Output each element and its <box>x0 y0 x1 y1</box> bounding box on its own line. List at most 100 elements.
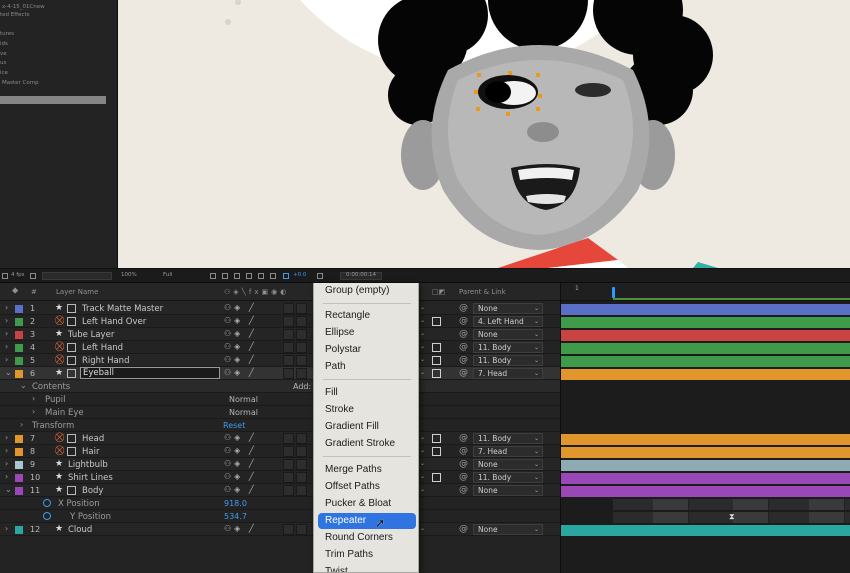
mode-dropdown-icon[interactable]: ⌄ <box>420 304 425 311</box>
switch-cell[interactable] <box>296 342 307 353</box>
composition-viewer[interactable] <box>118 0 850 268</box>
switch-cell[interactable] <box>283 368 294 379</box>
layer-name[interactable]: Tube Layer <box>68 330 114 340</box>
layer-row[interactable]: › 4 ⛒ Left Hand ⚇◈ ╱ ⌄ @ 11. Body ⌄ <box>0 341 560 354</box>
layer-duration-bar[interactable] <box>561 356 850 367</box>
parent-select[interactable]: 11. Body ⌄ <box>473 433 543 444</box>
keyframe-icon[interactable]: ⧗ <box>729 512 735 522</box>
switch-cell[interactable] <box>283 433 294 444</box>
contents-row[interactable]: ⌄ Contents Add: <box>0 380 560 393</box>
label-color-chip[interactable] <box>15 435 23 443</box>
layer-row[interactable]: › 8 ⛒ Hair ⚇◈ ╱ ⌄ @ 7. Head ⌄ <box>0 445 560 458</box>
label-color-chip[interactable] <box>15 448 23 456</box>
twirl-right-icon[interactable]: › <box>5 524 8 533</box>
twirl-right-icon[interactable]: › <box>32 394 35 403</box>
layer-name[interactable]: Hair <box>82 447 99 457</box>
layer-switches[interactable]: ⚇◈ ╱ <box>224 446 257 455</box>
pickwhip-icon[interactable]: @ <box>459 524 468 534</box>
label-color-chip[interactable] <box>15 357 23 365</box>
layer-name[interactable]: Left Hand Over <box>82 317 146 327</box>
mode-dropdown-icon[interactable]: ⌄ <box>420 525 425 532</box>
switch-cell[interactable] <box>283 459 294 470</box>
pickwhip-icon[interactable]: @ <box>459 446 468 456</box>
property-row[interactable]: › Pupil Normal <box>0 393 560 406</box>
switch-cell[interactable] <box>296 472 307 483</box>
trash-icon[interactable] <box>30 273 36 279</box>
mode-dropdown-icon[interactable]: ⌄ <box>420 356 425 363</box>
color-management-icon[interactable] <box>270 273 276 279</box>
layer-duration-bar[interactable] <box>561 317 850 328</box>
label-color-chip[interactable] <box>15 487 23 495</box>
layer-duration-bar[interactable] <box>561 460 850 471</box>
viewer-search-field[interactable] <box>42 272 112 280</box>
mode-dropdown-icon[interactable]: ⌄ <box>420 330 425 337</box>
reset-link[interactable]: Reset <box>223 421 245 430</box>
menu-item-pucker-bloat[interactable]: Pucker & Bloat <box>318 496 416 512</box>
project-item[interactable]: Master Comp <box>2 80 39 86</box>
menu-item-round-corners[interactable]: Round Corners <box>318 530 416 546</box>
project-item[interactable]: ve <box>0 51 7 57</box>
switch-cell[interactable] <box>283 316 294 327</box>
layer-switches[interactable]: ⚇◈ ╱ <box>224 485 257 494</box>
layer-switches[interactable]: ⚇◈ ╱ <box>224 433 257 442</box>
switch-cell[interactable] <box>296 355 307 366</box>
twirl-right-icon[interactable]: › <box>5 446 8 455</box>
layer-name[interactable]: Body <box>82 486 103 496</box>
menu-item-merge-paths[interactable]: Merge Paths <box>318 462 416 478</box>
twirl-right-icon[interactable]: › <box>5 472 8 481</box>
region-of-interest-icon[interactable] <box>210 273 216 279</box>
twirl-right-icon[interactable]: › <box>5 342 8 351</box>
pickwhip-icon[interactable]: @ <box>459 485 468 495</box>
switch-cell[interactable] <box>283 355 294 366</box>
label-color-chip[interactable] <box>15 331 23 339</box>
layer-name[interactable]: Track Matte Master <box>82 304 163 314</box>
parent-select[interactable]: 11. Body ⌄ <box>473 472 543 483</box>
layer-row[interactable]: › 12 ★ Cloud ⚇◈ ╱ ⌄ @ None ⌄ <box>0 523 560 536</box>
twirl-right-icon[interactable]: › <box>20 420 23 429</box>
layer-duration-bar[interactable] <box>561 304 850 315</box>
layer-duration-bar[interactable] <box>561 447 850 458</box>
layer-row[interactable]: › 7 ⛒ Head ⚇◈ ╱ ⌄ @ 11. Body ⌄ <box>0 432 560 445</box>
switch-cell[interactable] <box>296 524 307 535</box>
pickwhip-icon[interactable]: @ <box>459 303 468 313</box>
project-item[interactable]: ids <box>0 41 8 47</box>
switch-cell[interactable] <box>283 472 294 483</box>
pickwhip-icon[interactable]: @ <box>459 342 468 352</box>
layer-name[interactable]: Head <box>82 434 104 444</box>
keyframe-lane[interactable] <box>613 499 850 510</box>
layer-duration-bar[interactable] <box>561 330 850 341</box>
camera-icon[interactable] <box>317 273 323 279</box>
menu-item-offset-paths[interactable]: Offset Paths <box>318 479 416 495</box>
switch-cell[interactable] <box>296 303 307 314</box>
menu-item-twist[interactable]: Twist <box>318 564 416 572</box>
menu-item-repeater[interactable]: Repeater <box>318 513 416 529</box>
menu-item-stroke[interactable]: Stroke <box>318 402 416 418</box>
keyframe-span[interactable] <box>809 499 845 510</box>
layer-duration-bar[interactable] <box>561 525 850 536</box>
pickwhip-icon[interactable]: @ <box>459 329 468 339</box>
stopwatch-icon[interactable] <box>43 512 51 520</box>
layer-row-selected[interactable]: ⌄ 6 ★ Eyeball ⚇◈ ╱ ⌄ @ 7. Head ⌄ <box>0 367 560 380</box>
motion-blur-checkbox[interactable] <box>432 447 441 456</box>
keyframe-span[interactable] <box>733 499 769 510</box>
work-area-bar[interactable] <box>613 298 850 300</box>
label-color-chip[interactable] <box>15 318 23 326</box>
layer-switches[interactable]: ⚇◈ ╱ <box>224 368 257 377</box>
project-item[interactable]: us <box>0 60 6 66</box>
pickwhip-icon[interactable]: @ <box>459 316 468 326</box>
label-color-chip[interactable] <box>15 305 23 313</box>
layer-switches[interactable]: ⚇◈ ╱ <box>224 316 257 325</box>
mode-dropdown-icon[interactable]: ⌄ <box>420 460 425 467</box>
menu-item-rectangle[interactable]: Rectangle <box>318 308 416 324</box>
motion-blur-checkbox[interactable] <box>432 369 441 378</box>
playhead[interactable] <box>612 287 615 298</box>
time-ruler[interactable]: 1 <box>561 283 850 301</box>
menu-item-trim-paths[interactable]: Trim Paths <box>318 547 416 563</box>
mode-dropdown-icon[interactable]: ⌄ <box>420 369 425 376</box>
parent-select[interactable]: None ⌄ <box>473 329 543 340</box>
mode-dropdown-icon[interactable]: ⌄ <box>420 473 425 480</box>
y-position-value[interactable]: 534.7 <box>224 512 247 521</box>
mode-dropdown-icon[interactable]: ⌄ <box>420 447 425 454</box>
layer-switches[interactable]: ⚇◈ ╱ <box>224 303 257 312</box>
parent-select[interactable]: None ⌄ <box>473 303 543 314</box>
